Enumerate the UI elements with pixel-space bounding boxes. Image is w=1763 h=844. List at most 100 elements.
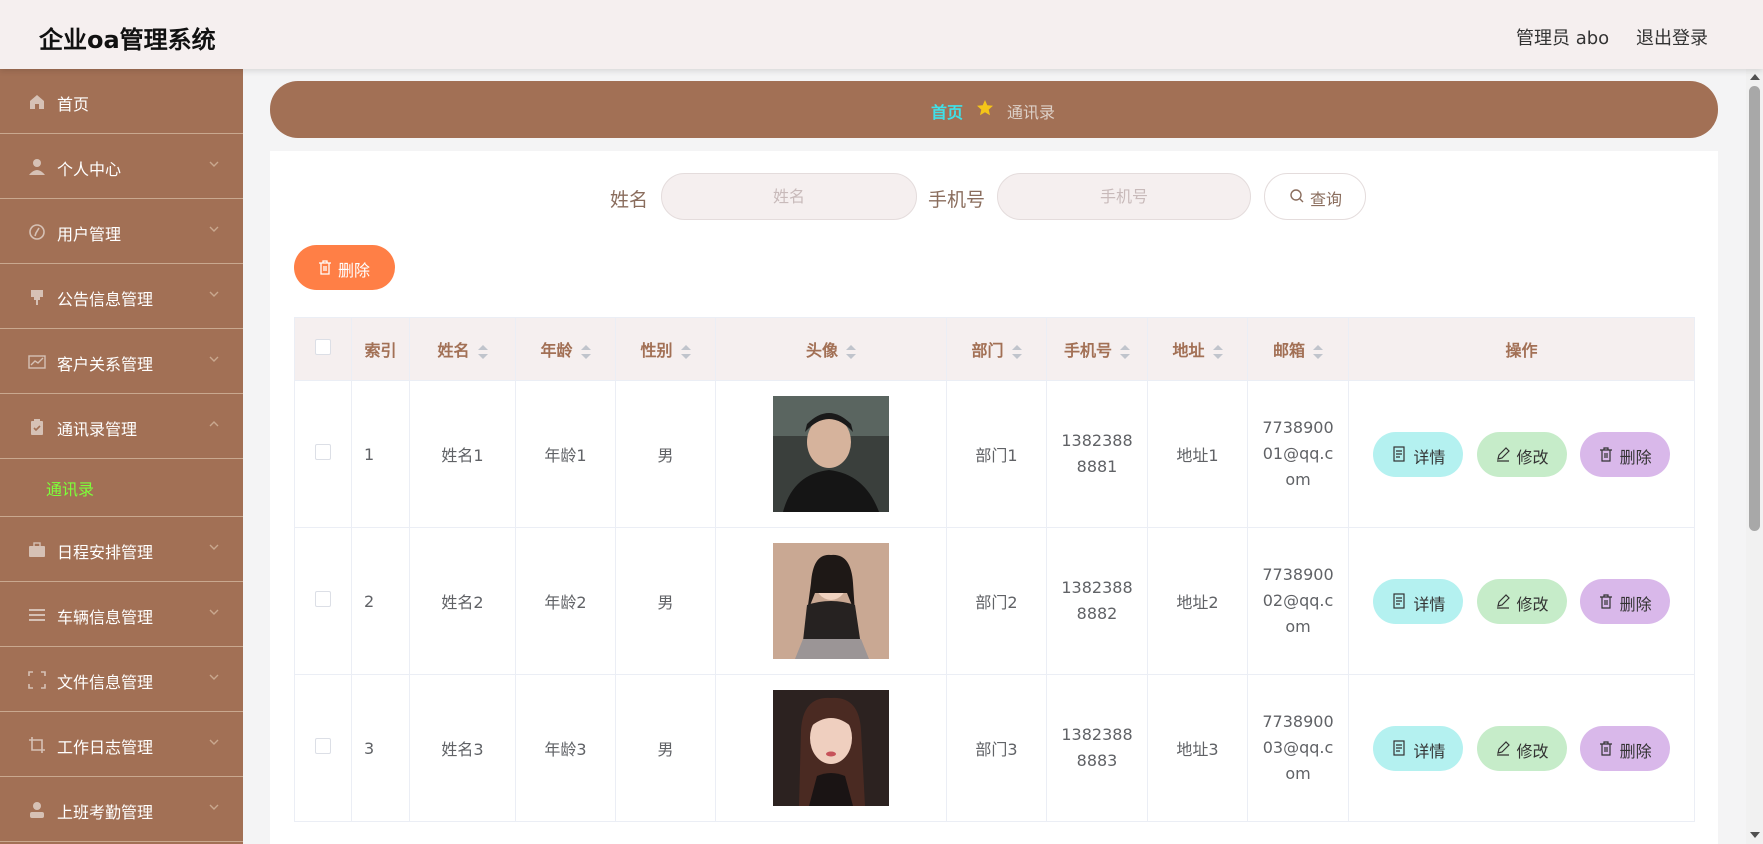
scroll-down-arrow-icon[interactable] bbox=[1750, 832, 1760, 838]
header-dept-label: 部门 bbox=[971, 341, 1004, 360]
detail-button[interactable]: 详情 bbox=[1373, 578, 1464, 624]
detail-button-label: 详情 bbox=[1413, 594, 1446, 614]
scrollbar-thumb[interactable] bbox=[1749, 86, 1760, 531]
table-row: 3 姓名3 年龄3 男 部门3 13823888883 地址3 77389000… bbox=[294, 674, 1695, 822]
row-checkbox[interactable] bbox=[315, 444, 331, 460]
person-icon bbox=[30, 802, 44, 818]
name-search-input[interactable] bbox=[661, 173, 917, 220]
cell-name: 姓名1 bbox=[409, 380, 516, 528]
trash-icon bbox=[1599, 740, 1612, 756]
avatar[interactable] bbox=[773, 690, 889, 806]
sidebar-item-schedule-management[interactable]: 日程安排管理 bbox=[0, 517, 243, 582]
cell-avatar bbox=[715, 380, 947, 528]
sidebar-item-worklog-management[interactable]: 工作日志管理 bbox=[0, 712, 243, 777]
query-button[interactable]: 查询 bbox=[1264, 173, 1366, 220]
document-icon bbox=[1393, 445, 1406, 462]
avatar[interactable] bbox=[773, 543, 889, 659]
pencil-icon bbox=[1496, 740, 1510, 756]
cell-dept: 部门1 bbox=[946, 380, 1047, 528]
avatar[interactable] bbox=[773, 396, 889, 512]
current-user: 管理员 abo bbox=[1516, 28, 1610, 49]
sidebar-item-label: 车辆信息管理 bbox=[57, 608, 154, 627]
sidebar-item-contacts-management[interactable]: 通讯录管理 bbox=[0, 394, 243, 459]
sidebar-subitem-contacts[interactable]: 通讯录 bbox=[0, 459, 243, 517]
sort-icon[interactable] bbox=[477, 344, 488, 360]
select-all-checkbox[interactable] bbox=[315, 339, 331, 355]
chevron-down-icon bbox=[209, 226, 219, 232]
sidebar-item-label: 首页 bbox=[57, 95, 90, 114]
cell-index: 1 bbox=[351, 380, 410, 528]
sort-icon[interactable] bbox=[846, 344, 856, 360]
document-icon bbox=[1393, 739, 1406, 756]
delete-button[interactable]: 删除 bbox=[1579, 725, 1670, 771]
header-avatar[interactable]: 头像 bbox=[715, 317, 947, 381]
edit-button[interactable]: 修改 bbox=[1476, 578, 1567, 624]
phone-search-input[interactable] bbox=[997, 173, 1251, 220]
delete-button[interactable]: 删除 bbox=[1579, 431, 1670, 477]
header-name[interactable]: 姓名 bbox=[409, 317, 516, 381]
pencil-icon bbox=[1496, 446, 1510, 462]
contacts-table: 索引 姓名 年龄 性别 头像 部门 手机号 地址 邮箱 操作 1 姓名1 年龄1… bbox=[294, 317, 1695, 822]
cell-email: 773890001@qq.com bbox=[1247, 380, 1349, 528]
sort-icon[interactable] bbox=[1313, 344, 1323, 360]
sort-icon[interactable] bbox=[1011, 344, 1022, 360]
header-gender[interactable]: 性别 bbox=[615, 317, 716, 381]
logout-link[interactable]: 退出登录 bbox=[1636, 24, 1708, 50]
delete-button-label: 删除 bbox=[1619, 447, 1652, 467]
sidebar-item-vehicle-management[interactable]: 车辆信息管理 bbox=[0, 582, 243, 647]
row-checkbox[interactable] bbox=[315, 738, 331, 754]
row-select-cell bbox=[294, 674, 352, 822]
header-phone[interactable]: 手机号 bbox=[1046, 317, 1148, 381]
header-dept[interactable]: 部门 bbox=[946, 317, 1047, 381]
cell-ops: 详情 修改 删除 bbox=[1348, 527, 1695, 675]
cell-phone-text: 13823888881 bbox=[1061, 431, 1133, 476]
edit-button[interactable]: 修改 bbox=[1476, 431, 1567, 477]
sidebar-item-home[interactable]: 首页 bbox=[0, 69, 243, 134]
chevron-down-icon bbox=[209, 161, 219, 167]
cell-dept: 部门3 bbox=[946, 674, 1047, 822]
sidebar-item-notice-management[interactable]: 公告信息管理 bbox=[0, 264, 243, 329]
scroll-up-arrow-icon[interactable] bbox=[1750, 74, 1760, 80]
cell-gender: 男 bbox=[615, 380, 716, 528]
cell-phone: 13823888882 bbox=[1046, 527, 1148, 675]
header-age-label: 年龄 bbox=[540, 341, 573, 360]
sidebar-item-personal-center[interactable]: 个人中心 bbox=[0, 134, 243, 199]
detail-button-label: 详情 bbox=[1413, 447, 1446, 467]
cell-phone-text: 13823888883 bbox=[1061, 725, 1133, 770]
sort-icon[interactable] bbox=[1212, 344, 1223, 360]
header-email[interactable]: 邮箱 bbox=[1247, 317, 1349, 381]
detail-button[interactable]: 详情 bbox=[1373, 725, 1464, 771]
sort-icon[interactable] bbox=[680, 344, 691, 360]
detail-button[interactable]: 详情 bbox=[1373, 431, 1464, 477]
header-age[interactable]: 年龄 bbox=[515, 317, 616, 381]
document-icon bbox=[1393, 592, 1406, 609]
bulk-delete-button[interactable]: 删除 bbox=[294, 245, 395, 290]
sidebar-item-label: 工作日志管理 bbox=[57, 738, 154, 757]
sidebar-item-user-management[interactable]: 用户管理 bbox=[0, 199, 243, 264]
chevron-down-icon bbox=[209, 804, 219, 810]
sort-icon[interactable] bbox=[580, 344, 591, 360]
breadcrumb-home[interactable]: 首页 bbox=[931, 99, 963, 123]
edit-button-label: 修改 bbox=[1516, 741, 1549, 761]
home-icon bbox=[30, 95, 44, 109]
header-address[interactable]: 地址 bbox=[1147, 317, 1248, 381]
chevron-up-icon bbox=[209, 421, 219, 427]
name-search-label: 姓名 bbox=[610, 189, 649, 211]
sidebar-item-customer-management[interactable]: 客户关系管理 bbox=[0, 329, 243, 394]
row-checkbox[interactable] bbox=[315, 591, 331, 607]
header-phone-label: 手机号 bbox=[1063, 341, 1112, 360]
trash-icon bbox=[319, 260, 331, 275]
sidebar-item-file-management[interactable]: 文件信息管理 bbox=[0, 647, 243, 712]
cell-dept: 部门2 bbox=[946, 527, 1047, 675]
list-icon bbox=[29, 609, 45, 621]
cell-ops: 详情 修改 删除 bbox=[1348, 674, 1695, 822]
delete-button-label: 删除 bbox=[1619, 594, 1652, 614]
edit-button[interactable]: 修改 bbox=[1476, 725, 1567, 771]
sidebar-item-label: 客户关系管理 bbox=[57, 355, 154, 374]
delete-button[interactable]: 删除 bbox=[1579, 578, 1670, 624]
cell-gender: 男 bbox=[615, 527, 716, 675]
sidebar-item-attendance-management[interactable]: 上班考勤管理 bbox=[0, 777, 243, 842]
cell-phone: 13823888881 bbox=[1046, 380, 1148, 528]
sort-icon[interactable] bbox=[1120, 344, 1130, 360]
crop-icon bbox=[29, 737, 45, 753]
